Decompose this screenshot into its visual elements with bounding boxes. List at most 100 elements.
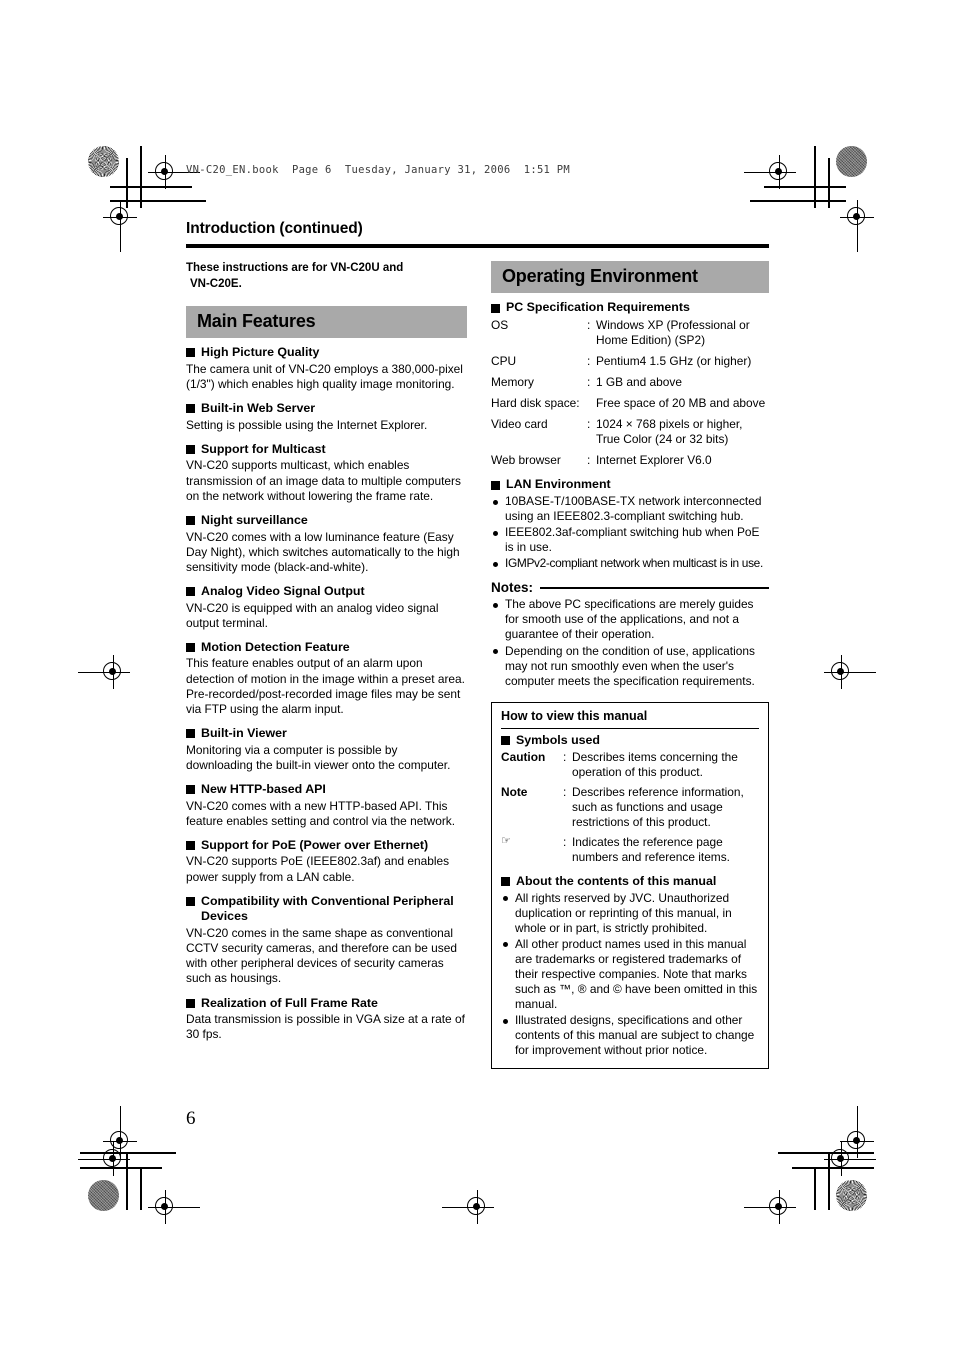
notes-label: Notes: — [491, 580, 534, 596]
feature-body-built-in-viewer: Monitoring via a computer is possible by… — [186, 742, 451, 772]
section-band-operating-environment: Operating Environment — [491, 261, 769, 293]
density-dot-mark — [88, 1180, 119, 1211]
crop-line — [764, 186, 846, 188]
feature-heading-high-picture-quality: High Picture Quality — [186, 345, 467, 361]
registration-crosshair — [148, 1190, 200, 1224]
registration-crosshair — [442, 1190, 494, 1224]
spec-separator: : — [587, 317, 591, 332]
subheading-about-the-contents: About the contents of this manual — [501, 874, 759, 890]
feature-heading-new-http-based-api: New HTTP-based API — [186, 782, 467, 798]
feature-body-night-surveillance: VN-C20 comes with a low luminance featur… — [186, 529, 460, 574]
crop-line — [140, 1167, 142, 1210]
crop-line — [80, 1167, 162, 1169]
registration-crosshair — [103, 1106, 137, 1158]
feature-body-support-for-poe: VN-C20 supports PoE (IEEE802.3af) and en… — [186, 854, 450, 884]
notes-heading: Notes: — [491, 580, 769, 595]
spec-separator: : — [587, 375, 591, 390]
registration-crosshair — [824, 655, 876, 689]
feature-body-analog-video-signal-output: VN-C20 is equipped with an analog video … — [186, 600, 439, 630]
feature-heading-realization-of-full-frame-rate: Realization of Full Frame Rate — [186, 996, 467, 1012]
list-item: All other product names used in this man… — [501, 937, 759, 1012]
crop-line — [828, 158, 830, 208]
list-item: All rights reserved by JVC. Unauthorized… — [501, 891, 759, 936]
box-title: How to view this manual — [501, 709, 759, 729]
spec-key: Video card — [491, 417, 548, 432]
notes-list: The above PC specifications are merely g… — [491, 597, 769, 688]
book-file-header: VN-C20_EN.book Page 6 Tuesday, January 3… — [186, 164, 571, 176]
crop-line — [110, 200, 206, 202]
spec-key: OS — [491, 317, 509, 332]
subheading-symbols-used: Symbols used — [501, 733, 759, 749]
spec-row: Memory : 1 GB and above — [491, 375, 769, 390]
spec-value: Free space of 20 MB and above — [596, 396, 766, 411]
list-item: IGMPv2-compliant network when multicast … — [491, 556, 769, 571]
registration-crosshair — [744, 155, 796, 189]
feature-body-new-http-based-api: VN-C20 comes with a new HTTP-based API. … — [186, 798, 456, 828]
spec-row: OS : Windows XP (Professional or Home Ed… — [491, 318, 769, 348]
list-item: Illustrated designs, specifications and … — [501, 1013, 759, 1058]
spec-key: Web browser — [491, 453, 561, 468]
spec-key: Memory — [491, 375, 534, 390]
crop-line — [828, 1152, 830, 1210]
spec-value: 1024 × 768 pixels or higher, True Color … — [596, 417, 743, 447]
symbol-separator: : — [563, 749, 567, 764]
symbol-row: ☞ : Indicates the reference page numbers… — [501, 834, 759, 865]
halftone-star-mark — [88, 146, 119, 177]
registration-crosshair — [103, 200, 137, 252]
list-item: IEEE802.3af-compliant switching hub when… — [491, 525, 769, 555]
spec-row: CPU : Pentium4 1.5 GHz (or higher) — [491, 354, 769, 369]
symbol-description: Describes items concerning the operation… — [572, 749, 738, 779]
crop-line — [750, 200, 846, 202]
spec-row: Hard disk space: Free space of 20 MB and… — [491, 396, 769, 411]
feature-body-support-for-multicast: VN-C20 supports multicast, which enables… — [186, 458, 461, 503]
registration-crosshair — [824, 1142, 876, 1176]
crop-line — [814, 146, 816, 208]
density-dot-mark — [836, 146, 867, 177]
feature-heading-night-surveillance: Night surveillance — [186, 513, 467, 529]
symbol-separator: : — [563, 834, 567, 849]
left-column: These instructions are for VN-C20U and V… — [186, 261, 467, 1042]
feature-body-high-picture-quality: The camera unit of VN-C20 employs a 380,… — [186, 361, 463, 391]
page-title: Introduction (continued) — [186, 220, 363, 237]
two-column-layout: These instructions are for VN-C20U and V… — [186, 261, 769, 1070]
list-item: The above PC specifications are merely g… — [491, 597, 769, 642]
spec-separator: : — [587, 453, 591, 468]
feature-heading-support-for-multicast: Support for Multicast — [186, 442, 467, 458]
spec-value: 1 GB and above — [596, 375, 682, 390]
notes-rule — [540, 587, 769, 589]
registration-crosshair — [744, 1190, 796, 1224]
feature-body-compatibility-conventional-peripheral-devices: VN-C20 comes in the same shape as conven… — [186, 926, 457, 986]
symbol-key: Caution — [501, 749, 546, 764]
registration-crosshair — [840, 1106, 874, 1158]
how-to-view-this-manual-box: How to view this manual Symbols used Cau… — [491, 701, 769, 1070]
symbol-row: Caution : Describes items concerning the… — [501, 750, 759, 780]
feature-body-built-in-web-server: Setting is possible using the Internet E… — [186, 417, 428, 432]
feature-heading-compatibility-conventional-peripheral-devices: Compatibility with Conventional Peripher… — [186, 894, 467, 926]
feature-heading-motion-detection-feature: Motion Detection Feature — [186, 640, 467, 656]
spec-value: Windows XP (Professional or Home Edition… — [596, 317, 750, 347]
registration-crosshair — [78, 1142, 130, 1176]
spec-value: Internet Explorer V6.0 — [596, 453, 712, 468]
symbol-row: Note : Describes reference information, … — [501, 785, 759, 830]
feature-heading-built-in-viewer: Built-in Viewer — [186, 726, 467, 742]
title-rule — [186, 244, 769, 248]
list-item: Depending on the condition of use, appli… — [491, 644, 769, 689]
section-band-main-features: Main Features — [186, 305, 467, 338]
registration-crosshair — [840, 200, 874, 252]
model-applicability-note: These instructions are for VN-C20U and V… — [186, 261, 467, 293]
page-content: Introduction (continued) These instructi… — [186, 220, 769, 1070]
registration-crosshair — [148, 155, 200, 189]
symbol-description: Indicates the reference page numbers and… — [572, 834, 730, 864]
feature-heading-support-for-poe: Support for PoE (Power over Ethernet) — [186, 838, 467, 854]
page-number: 6 — [186, 1108, 196, 1129]
subheading-pc-specification-requirements: PC Specification Requirements — [491, 300, 769, 316]
feature-body-motion-detection-feature: This feature enables output of an alarm … — [186, 656, 465, 716]
spec-key: Hard disk space: — [491, 396, 580, 411]
crop-line — [80, 1152, 176, 1154]
list-item: 10BASE-T/100BASE-TX network interconnect… — [491, 494, 769, 524]
pc-specification-table: OS : Windows XP (Professional or Home Ed… — [491, 318, 769, 468]
crop-line — [778, 1152, 874, 1154]
crop-line — [126, 158, 128, 208]
feature-heading-analog-video-signal-output: Analog Video Signal Output — [186, 584, 467, 600]
crop-line — [814, 1167, 816, 1210]
